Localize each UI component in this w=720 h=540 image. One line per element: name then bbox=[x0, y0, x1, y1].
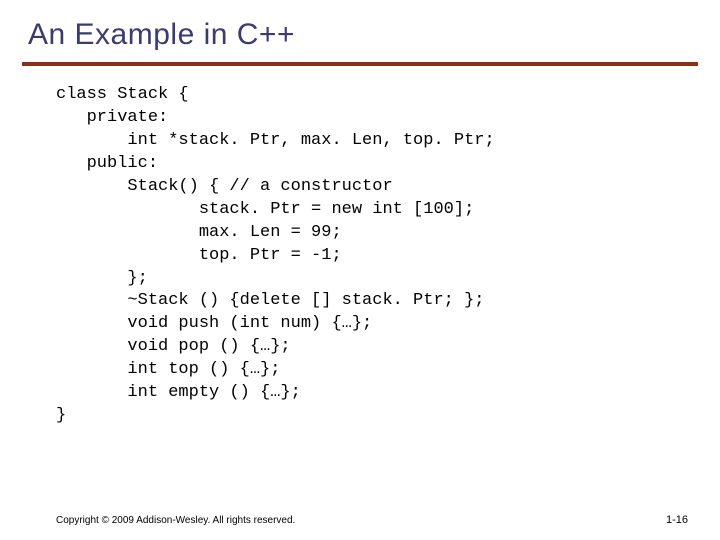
page-number: 1-16 bbox=[666, 514, 688, 526]
slide: An Example in C++ class Stack { private:… bbox=[0, 0, 720, 540]
copyright-text: Copyright © 2009 Addison-Wesley. All rig… bbox=[56, 515, 295, 526]
code-block: class Stack { private: int *stack. Ptr, … bbox=[28, 84, 692, 428]
slide-title: An Example in C++ bbox=[28, 18, 692, 52]
title-rule bbox=[22, 62, 698, 66]
footer: Copyright © 2009 Addison-Wesley. All rig… bbox=[56, 514, 688, 526]
